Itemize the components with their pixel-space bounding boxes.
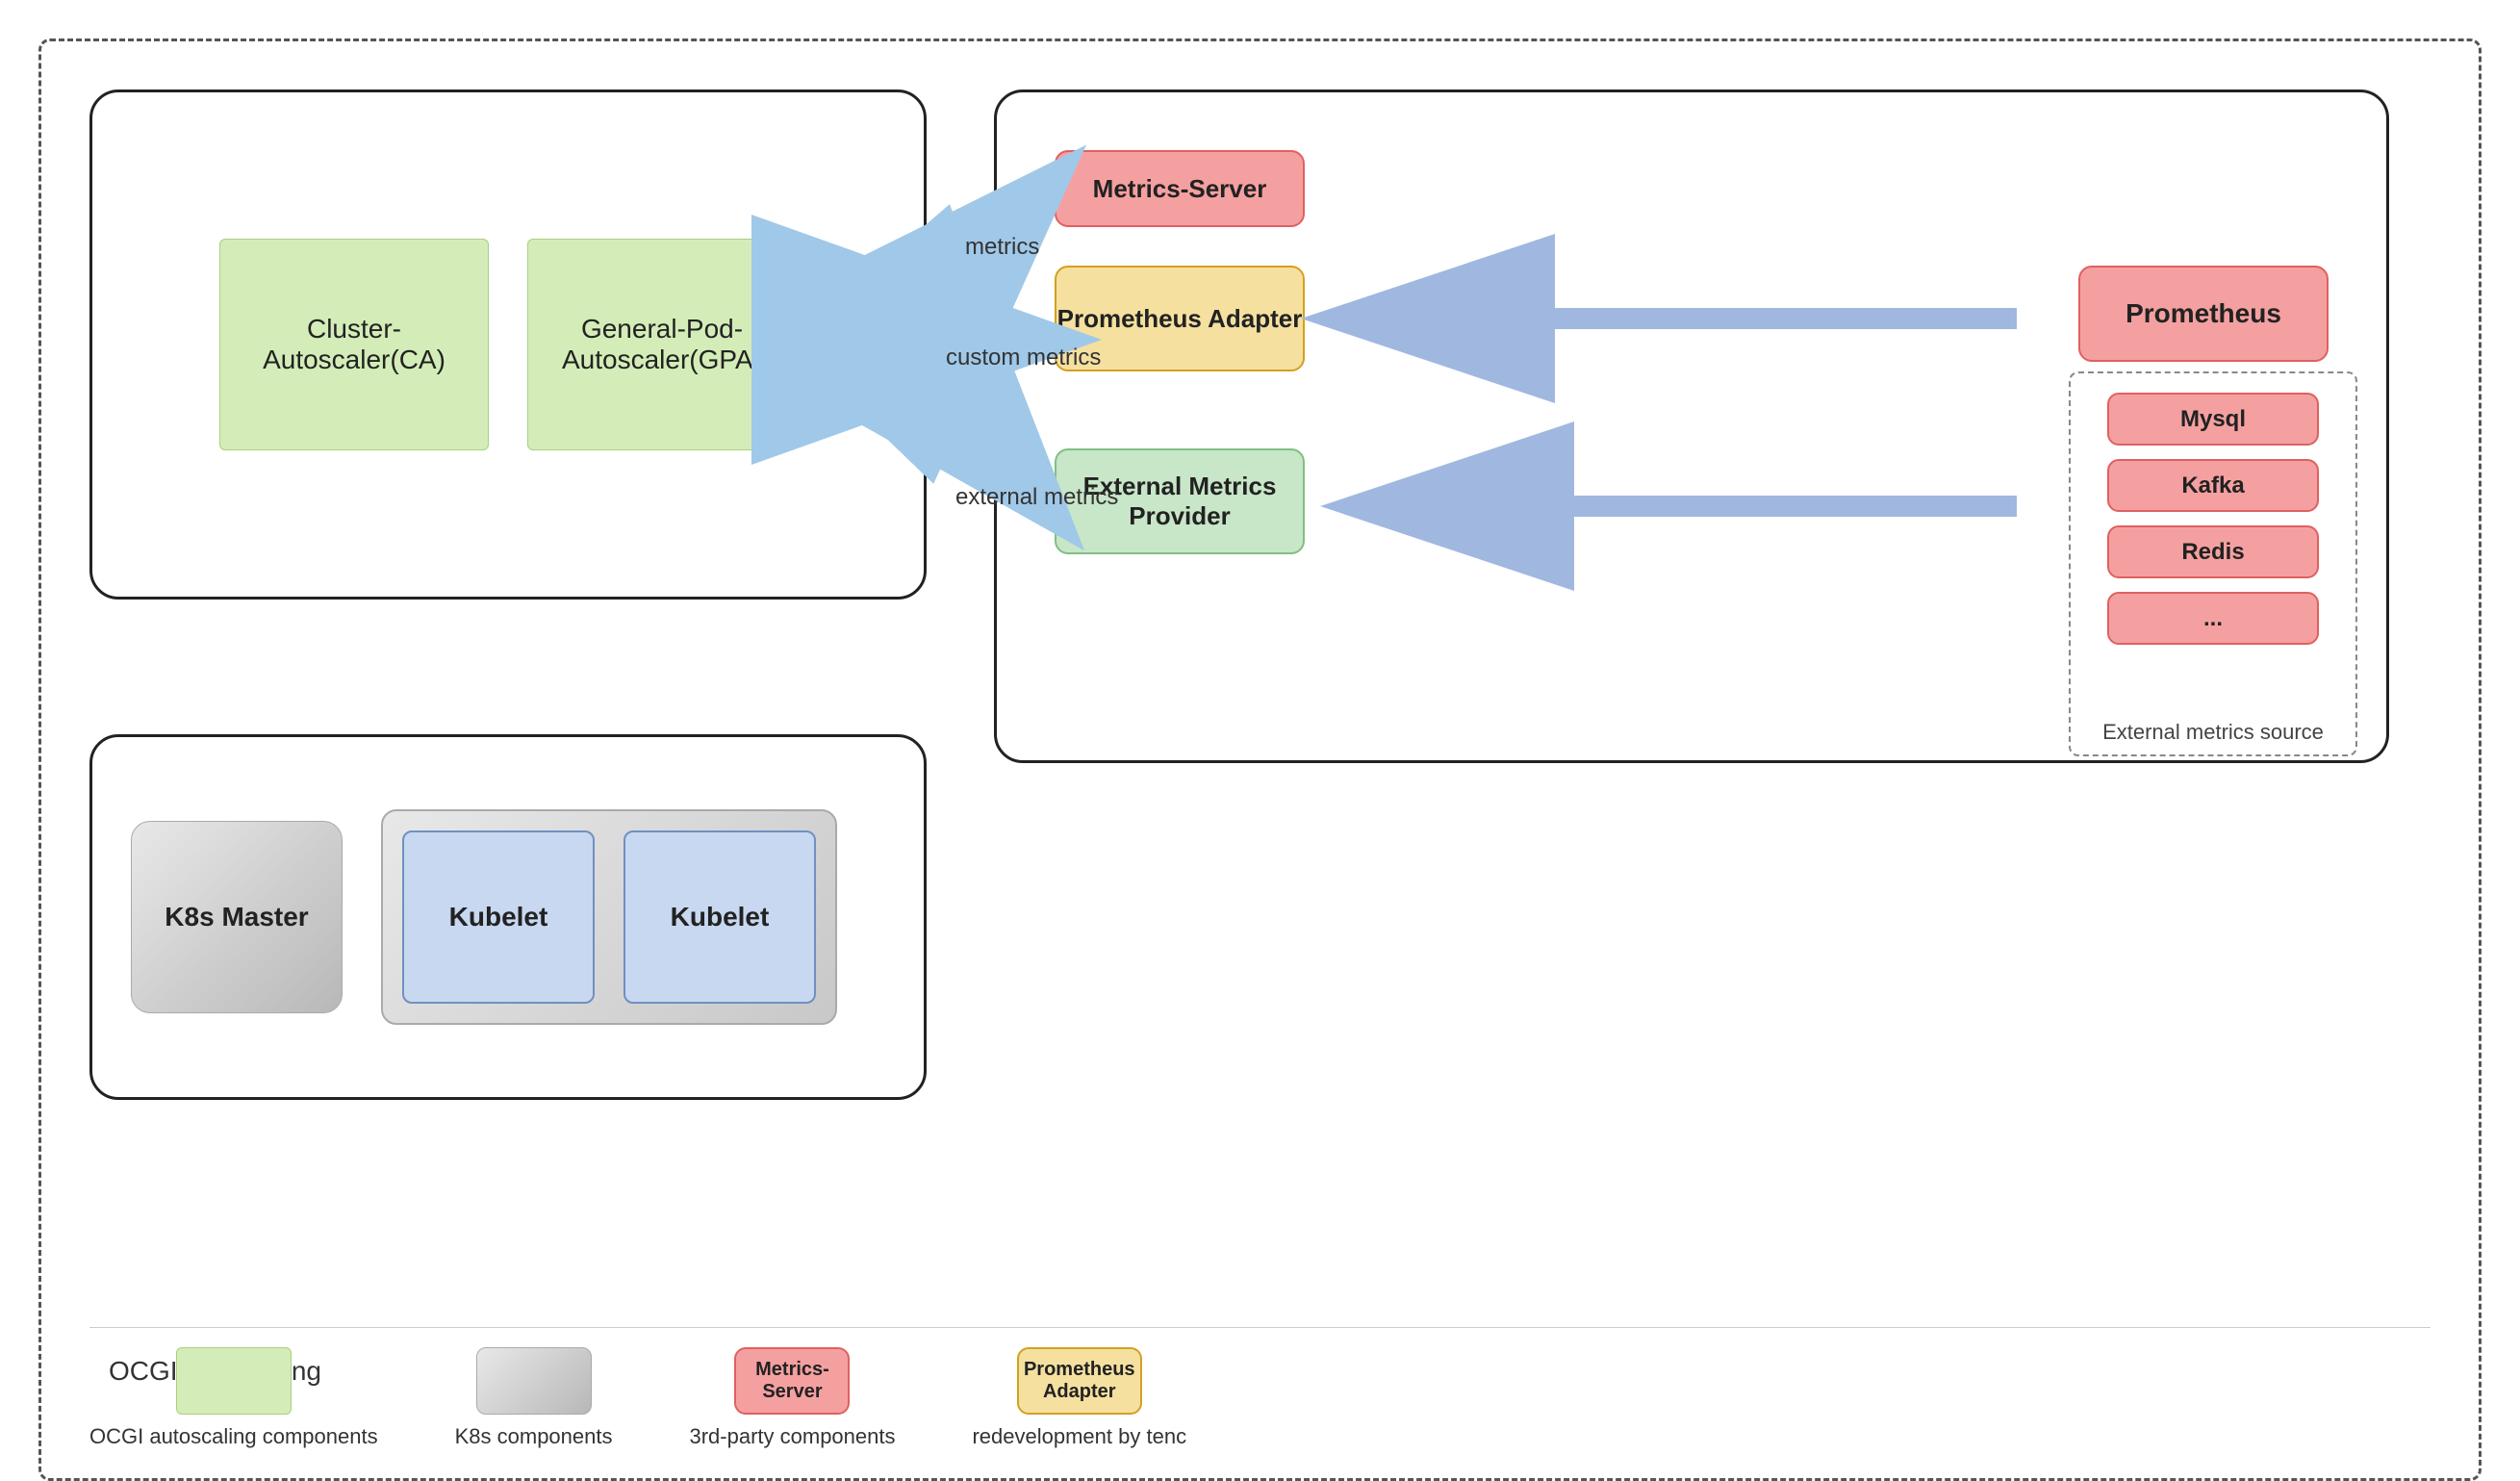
external-metrics-label: external metrics <box>955 484 1118 511</box>
legend-third-party: Metrics-Server 3rd-party components <box>689 1347 895 1449</box>
external-source-label: External metrics source <box>2102 720 2324 745</box>
legend-third-party-label: 3rd-party components <box>689 1424 895 1449</box>
bottom-panel: K8s Master Kubelet Kubelet <box>89 734 927 1100</box>
external-source-box: Mysql Kafka Redis ... External metrics s… <box>2069 371 2357 756</box>
metrics-server-box: Metrics-Server <box>1055 150 1305 227</box>
ellipsis-box: ... <box>2107 592 2319 645</box>
legend-gray-box <box>476 1347 592 1415</box>
custom-metrics-label: custom metrics <box>946 345 1101 371</box>
legend-redevelopment-label: redevelopment by tenc <box>972 1424 1186 1449</box>
left-panel: Cluster-Autoscaler(CA) General-Pod-Autos… <box>89 89 927 600</box>
main-container: Cluster-Autoscaler(CA) General-Pod-Autos… <box>38 38 2482 1481</box>
k8s-master-box: K8s Master <box>131 821 343 1013</box>
kubelet1-box: Kubelet <box>402 830 595 1004</box>
legend-ocgi-label: OCGI autoscaling components <box>89 1424 378 1449</box>
right-panel: Metrics-Server Prometheus Adapter Extern… <box>994 89 2389 763</box>
legend: OCGI autoscaling components K8s componen… <box>89 1327 2431 1449</box>
kubelet2-box: Kubelet <box>624 830 816 1004</box>
kafka-box: Kafka <box>2107 459 2319 512</box>
gpa-box: General-Pod-Autoscaler(GPA) <box>527 239 797 450</box>
legend-ocgi: OCGI autoscaling components <box>89 1347 378 1449</box>
prometheus-box: Prometheus <box>2078 266 2329 362</box>
cluster-autoscaler-box: Cluster-Autoscaler(CA) <box>219 239 489 450</box>
redis-box: Redis <box>2107 525 2319 578</box>
legend-redevelopment: Prometheus Adapter redevelopment by tenc <box>972 1347 1186 1449</box>
legend-k8s-label: K8s components <box>455 1424 613 1449</box>
mysql-box: Mysql <box>2107 393 2319 446</box>
kubelet-group: Kubelet Kubelet <box>381 809 837 1025</box>
legend-yellow-box: Prometheus Adapter <box>1017 1347 1142 1415</box>
legend-green-box <box>176 1347 292 1415</box>
legend-k8s: K8s components <box>455 1347 613 1449</box>
legend-pink-box: Metrics-Server <box>734 1347 850 1415</box>
metrics-label: metrics <box>965 234 1039 261</box>
